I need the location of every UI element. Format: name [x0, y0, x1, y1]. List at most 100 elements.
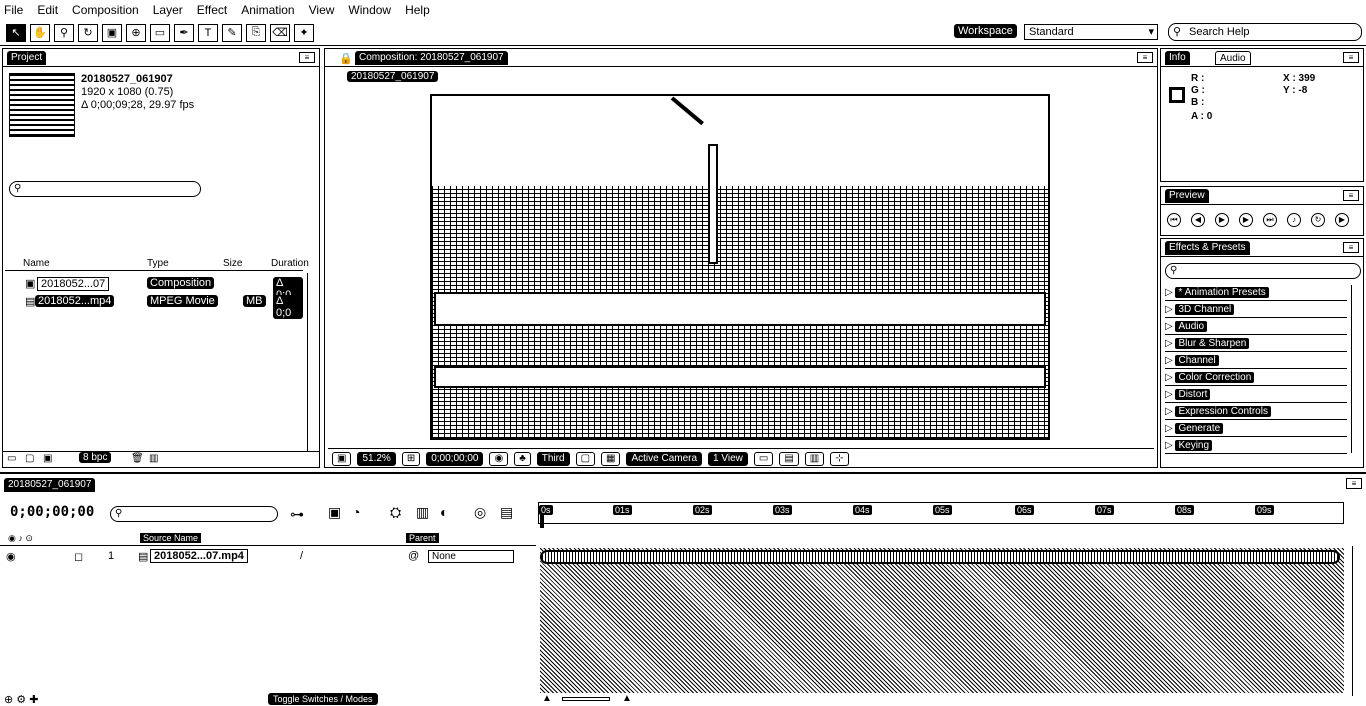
panel-menu-icon[interactable]: ≡ — [1343, 190, 1359, 201]
effects-item[interactable]: ▷ Audio — [1165, 319, 1347, 335]
menu-edit[interactable]: Edit — [37, 3, 58, 17]
video-toggle-icon[interactable]: ◉ — [6, 550, 16, 563]
comp-subtab[interactable]: 20180527_061907 — [347, 71, 439, 82]
hand-tool-icon[interactable]: ✋ — [30, 23, 50, 42]
project-tab[interactable]: Project — [7, 51, 47, 65]
timeline-search-input[interactable] — [110, 506, 278, 522]
search-help-input[interactable]: ⚲ Search Help — [1168, 23, 1362, 41]
safe-margins-icon[interactable]: ⊞ — [401, 451, 421, 466]
first-frame-icon[interactable]: ⏮ — [1167, 213, 1181, 227]
project-scrollbar[interactable] — [307, 273, 319, 451]
col-name[interactable]: Name — [23, 258, 50, 269]
rotate-tool-icon[interactable]: ↻ — [78, 23, 98, 42]
effects-tab[interactable]: Effects & Presets — [1165, 241, 1250, 255]
col-parent[interactable]: Parent — [406, 533, 439, 543]
col-size[interactable]: Size — [223, 258, 242, 269]
col-duration[interactable]: Duration — [271, 258, 309, 269]
selection-tool-icon[interactable]: ↖ — [6, 23, 26, 42]
current-time-display[interactable]: 0;00;00;00 — [10, 504, 94, 520]
always-preview-icon[interactable]: ▣ — [332, 451, 352, 466]
menu-file[interactable]: File — [4, 3, 23, 17]
workspace-select[interactable]: Standard — [1024, 24, 1158, 40]
timeline-track-area[interactable] — [540, 548, 1344, 693]
playhead[interactable] — [540, 514, 544, 528]
layer-row[interactable]: ◉ ◻ 1 ▤ 2018052...07.mp4 / @ None — [0, 548, 536, 566]
project-item-name[interactable]: 20180527_061907 — [81, 73, 194, 86]
hide-shy-layers-icon[interactable]: ⛭ — [390, 504, 401, 521]
lock-icon[interactable]: 🔒 — [339, 52, 353, 65]
camera-tool-icon[interactable]: ▣ — [102, 23, 122, 42]
timeline-tab[interactable]: 20180527_061907 — [4, 478, 96, 492]
comp-mini-flowchart-icon[interactable]: ⊶ — [290, 506, 304, 523]
panel-menu-icon[interactable]: ≡ — [1343, 242, 1359, 253]
menu-layer[interactable]: Layer — [153, 3, 183, 17]
pen-tool-icon[interactable]: ✒ — [174, 23, 194, 42]
rectangle-tool-icon[interactable]: ▭ — [150, 23, 170, 42]
zoom-out-icon[interactable]: ▲ — [542, 693, 552, 704]
effects-item[interactable]: ▷ Expression Controls — [1165, 404, 1347, 420]
current-time-button[interactable]: 0;00;00;00 — [426, 451, 484, 466]
zoom-slider[interactable] — [562, 697, 610, 701]
timeline-bottom-icons[interactable]: ⊕ ⚙ ✚ — [4, 693, 38, 706]
play-icon[interactable]: ▶ — [1215, 213, 1229, 227]
pan-behind-tool-icon[interactable]: ⊕ — [126, 23, 146, 42]
effects-item[interactable]: ▷ Generate — [1165, 421, 1347, 437]
transparency-grid-icon[interactable]: ▦ — [601, 451, 621, 466]
layer-name[interactable]: 2018052...07.mp4 — [150, 549, 248, 563]
region-of-interest-icon[interactable]: ▢ — [575, 451, 596, 466]
motion-blur-icon[interactable]: ◐ — [440, 504, 448, 520]
magnification-select[interactable]: 51.2% — [357, 451, 396, 466]
preview-tab[interactable]: Preview — [1165, 189, 1209, 203]
trash-icon[interactable]: 🗑 — [131, 453, 144, 464]
interpret-footage-icon[interactable]: ▭ — [7, 453, 16, 464]
fast-previews-icon[interactable]: ▤ — [779, 451, 799, 466]
menu-effect[interactable]: Effect — [197, 3, 227, 17]
menu-view[interactable]: View — [309, 3, 335, 17]
next-frame-icon[interactable]: ▶ — [1239, 213, 1253, 227]
quality-switch-icon[interactable]: / — [300, 550, 303, 562]
clone-tool-icon[interactable]: ⎘ — [246, 23, 266, 42]
resolution-select[interactable]: Third — [536, 451, 570, 466]
composition-tab[interactable]: Composition: 20180527_061907 — [355, 51, 508, 65]
menu-help[interactable]: Help — [405, 3, 430, 17]
timeline-scrollbar[interactable] — [1352, 546, 1364, 696]
toggle-pixel-aspect-icon[interactable]: ▭ — [753, 451, 774, 466]
eraser-tool-icon[interactable]: ⌫ — [270, 23, 290, 42]
zoom-tool-icon[interactable]: ⚲ — [54, 23, 74, 42]
effects-search-input[interactable] — [1165, 263, 1361, 279]
effects-item[interactable]: ▷ Color Correction — [1165, 370, 1347, 386]
graph-editor-icon[interactable]: ◎ — [474, 504, 486, 521]
col-type[interactable]: Type — [147, 258, 169, 269]
time-ruler[interactable]: 0s 01s 02s 03s 04s 05s 06s 07s 08s 09s — [538, 502, 1344, 524]
camera-select[interactable]: Active Camera — [626, 451, 703, 466]
brush-tool-icon[interactable]: ✎ — [222, 23, 242, 42]
snapshot-icon[interactable]: ◉ — [489, 451, 509, 466]
flowchart-icon[interactable]: ▥ — [149, 453, 158, 464]
effects-item[interactable]: ▷ Channel — [1165, 353, 1347, 369]
ram-preview-icon[interactable]: ▶ — [1335, 213, 1349, 227]
toggle-switches-modes-button[interactable]: Toggle Switches / Modes — [268, 693, 378, 705]
project-row[interactable]: ▣ 2018052...07 Composition Δ 0;0 — [5, 275, 303, 301]
effects-item[interactable]: ▷ Keying — [1165, 438, 1347, 454]
view-layout-select[interactable]: 1 View — [708, 451, 748, 466]
menu-composition[interactable]: Composition — [72, 3, 139, 17]
show-channel-icon[interactable]: ♣ — [514, 451, 531, 466]
effects-scrollbar[interactable] — [1351, 285, 1363, 453]
brainstorm-icon[interactable]: ▤ — [500, 504, 513, 521]
info-tab[interactable]: Info — [1165, 51, 1190, 65]
effects-item[interactable]: ▷ Blur & Sharpen — [1165, 336, 1347, 352]
zoom-in-icon[interactable]: ▲ — [622, 693, 632, 704]
effects-item[interactable]: ▷ 3D Channel — [1165, 302, 1347, 318]
project-row[interactable]: ▤ 2018052...mp4 MPEG Movie MB Δ 0;0 — [5, 293, 303, 319]
new-folder-icon[interactable]: ▢ — [25, 453, 34, 464]
bpc-button[interactable]: 8 bpc — [79, 452, 112, 463]
effects-item[interactable]: ▷ * Animation Presets — [1165, 285, 1347, 301]
timeline-icon[interactable]: ▥ — [804, 451, 825, 466]
effects-item[interactable]: ▷ Distort — [1165, 387, 1347, 403]
draft-3d-icon[interactable]: ◔ — [352, 504, 360, 520]
project-search-input[interactable] — [9, 181, 201, 197]
composition-viewer[interactable] — [430, 94, 1050, 440]
type-tool-icon[interactable]: T — [198, 23, 218, 42]
panel-menu-icon[interactable]: ≡ — [299, 52, 315, 63]
menu-window[interactable]: Window — [348, 3, 391, 17]
